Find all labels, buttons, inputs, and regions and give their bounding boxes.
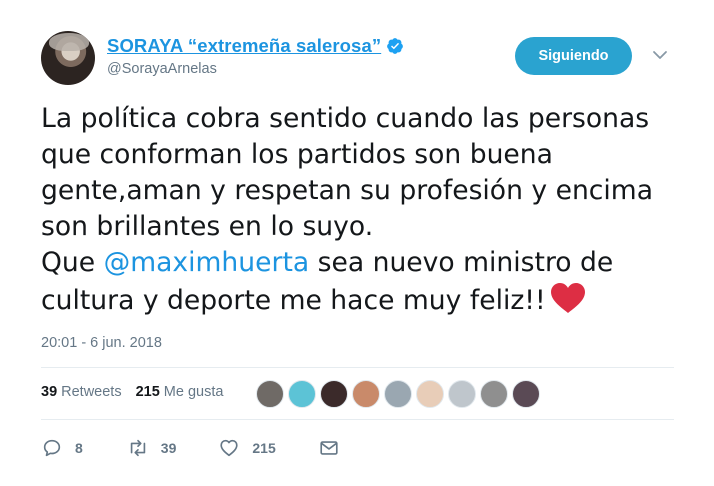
verified-badge-icon bbox=[387, 38, 404, 54]
liker-avatar[interactable] bbox=[256, 380, 284, 408]
liker-avatar[interactable] bbox=[288, 380, 316, 408]
divider bbox=[41, 367, 674, 368]
tweet-stats: 39 Retweets 215 Me gusta bbox=[41, 384, 223, 400]
tweet-line-prefix: Que bbox=[41, 247, 104, 278]
retweet-count: 39 bbox=[160, 440, 177, 456]
likes-label[interactable]: Me gusta bbox=[164, 384, 224, 400]
liker-avatar[interactable] bbox=[512, 380, 540, 408]
tweet-line: cultura y deporte me hace muy feliz!! bbox=[41, 281, 691, 319]
display-name[interactable]: SORAYA “extremeña salerosa” bbox=[107, 35, 381, 57]
tweet-header: SORAYA “extremeña salerosa” @SorayaArnel… bbox=[41, 31, 674, 89]
likes-count[interactable]: 215 bbox=[136, 384, 160, 400]
liker-avatar[interactable] bbox=[320, 380, 348, 408]
tweet-line: gente,aman y respetan su profesión y enc… bbox=[41, 175, 654, 206]
reply-count: 8 bbox=[75, 440, 83, 456]
user-info: SORAYA “extremeña salerosa” @SorayaArnel… bbox=[107, 35, 404, 77]
retweet-icon bbox=[130, 439, 146, 457]
reply-button[interactable]: 8 bbox=[41, 437, 83, 459]
following-button[interactable]: Siguiendo bbox=[515, 37, 632, 75]
retweets-label[interactable]: Retweets bbox=[61, 384, 121, 400]
tweet-line: son brillantes en lo suyo. bbox=[41, 211, 374, 242]
liker-avatar[interactable] bbox=[416, 380, 444, 408]
like-count: 215 bbox=[252, 440, 276, 456]
tweet-line: que conforman los partidos son buena bbox=[41, 139, 553, 170]
envelope-icon bbox=[320, 441, 338, 455]
red-heart-emoji-icon bbox=[550, 283, 585, 313]
tweet-text: La política cobra sentido cuando las per… bbox=[41, 101, 691, 319]
tweet-line: Que @maximhuerta sea nuevo ministro de bbox=[41, 245, 691, 281]
chevron-down-icon[interactable] bbox=[652, 49, 668, 61]
liker-avatar[interactable] bbox=[448, 380, 476, 408]
liker-avatar[interactable] bbox=[384, 380, 412, 408]
liker-avatar[interactable] bbox=[352, 380, 380, 408]
name-row: SORAYA “extremeña salerosa” bbox=[107, 35, 404, 57]
liker-avatars bbox=[256, 379, 544, 409]
tweet-actions: 8 39 215 bbox=[41, 437, 340, 459]
direct-message-button[interactable] bbox=[318, 437, 340, 459]
heart-outline-icon bbox=[220, 439, 238, 457]
avatar[interactable] bbox=[41, 31, 95, 85]
tweet-line-text: cultura y deporte me hace muy feliz!! bbox=[41, 285, 546, 316]
divider bbox=[41, 419, 674, 420]
like-button[interactable]: 215 bbox=[218, 437, 276, 459]
retweets-count[interactable]: 39 bbox=[41, 384, 57, 400]
mention-link[interactable]: @maximhuerta bbox=[104, 247, 310, 278]
tweet-line-suffix: sea nuevo ministro de bbox=[309, 247, 614, 278]
liker-avatar[interactable] bbox=[480, 380, 508, 408]
tweet-timestamp[interactable]: 20:01 - 6 jun. 2018 bbox=[41, 335, 162, 351]
reply-icon bbox=[43, 439, 61, 457]
user-handle[interactable]: @SorayaArnelas bbox=[107, 61, 404, 77]
tweet-line: La política cobra sentido cuando las per… bbox=[41, 103, 650, 134]
retweet-button[interactable]: 39 bbox=[127, 437, 177, 459]
